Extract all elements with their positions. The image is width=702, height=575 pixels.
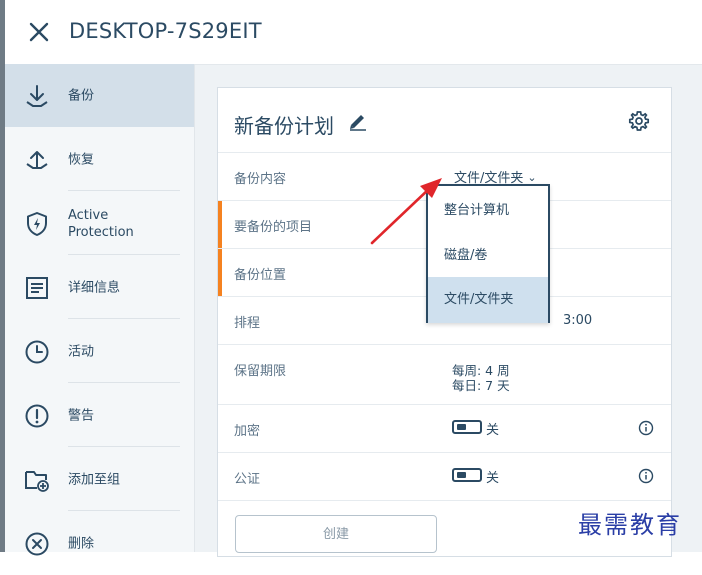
divider xyxy=(68,254,180,255)
pencil-icon[interactable] xyxy=(348,111,368,131)
close-circle-icon xyxy=(25,532,49,555)
sidebar-item-active-protection[interactable]: Active Protection xyxy=(5,192,194,255)
row-retention[interactable]: 保留期限 每周: 4 周 每日: 7 天 xyxy=(218,344,671,405)
dropdown-option-files-folders[interactable]: 文件/文件夹 xyxy=(428,277,548,323)
row-notarization: 公证 关 xyxy=(218,452,671,501)
sidebar-item-activity[interactable]: 活动 xyxy=(5,320,194,383)
plan-title: 新备份计划 xyxy=(234,114,334,138)
divider xyxy=(68,190,180,191)
toggle-knob xyxy=(457,424,466,430)
sidebar-item-label: 详细信息 xyxy=(68,280,121,295)
watermark: 最需教育 xyxy=(578,511,682,539)
sidebar-item-add-to-group[interactable]: 添加至组 xyxy=(5,448,194,511)
encryption-toggle[interactable] xyxy=(452,420,482,434)
required-accent-bar xyxy=(218,201,222,249)
required-accent-bar xyxy=(218,249,222,297)
divider xyxy=(68,318,180,319)
divider xyxy=(68,510,180,511)
sidebar-item-label: 添加至组 xyxy=(68,472,121,487)
divider xyxy=(68,382,180,383)
download-arrow-icon xyxy=(26,84,48,107)
row-label: 备份内容 xyxy=(234,172,287,187)
row-label: 要备份的项目 xyxy=(234,220,313,235)
sidebar-item-label: Active Protection xyxy=(68,207,134,240)
upload-arrow-icon xyxy=(26,150,48,169)
notarization-toggle[interactable] xyxy=(452,468,482,482)
retention-daily: 每日: 7 天 xyxy=(452,378,510,393)
window-title: DESKTOP-7S29EIT xyxy=(69,19,262,43)
row-label: 备份位置 xyxy=(234,268,287,283)
sidebar-item-delete[interactable]: 删除 xyxy=(5,512,194,575)
sidebar-item-label: 恢复 xyxy=(68,152,95,167)
sidebar-item-label: 备份 xyxy=(68,88,95,103)
info-icon[interactable] xyxy=(638,468,654,484)
toggle-state-label: 关 xyxy=(486,471,500,486)
sidebar: 备份 恢复 Active Protection 详细信息 活动 警告 添加至组 … xyxy=(5,64,195,555)
sidebar-item-label: 删除 xyxy=(68,536,95,551)
folder-plus-icon xyxy=(25,470,49,492)
annotation-arrow-icon xyxy=(370,178,442,245)
sidebar-item-backup[interactable]: 备份 xyxy=(5,64,194,127)
sidebar-item-label: 警告 xyxy=(68,408,95,423)
toggle-knob xyxy=(457,472,466,478)
sidebar-item-restore[interactable]: 恢复 xyxy=(5,128,194,191)
sidebar-item-label: 活动 xyxy=(68,344,95,359)
toggle-state-label: 关 xyxy=(486,423,500,438)
divider xyxy=(68,446,180,447)
details-list-icon xyxy=(26,276,48,299)
close-icon[interactable] xyxy=(27,20,51,44)
row-label: 保留期限 xyxy=(234,364,287,379)
row-label: 公证 xyxy=(234,472,261,487)
title-bar: DESKTOP-7S29EIT xyxy=(5,0,702,65)
schedule-value-partial: 3:00 xyxy=(563,313,593,328)
row-label: 加密 xyxy=(234,424,261,439)
clock-icon xyxy=(25,340,49,363)
sidebar-item-alerts[interactable]: 警告 xyxy=(5,384,194,447)
row-label: 排程 xyxy=(234,316,261,331)
row-encryption: 加密 关 xyxy=(218,404,671,453)
sidebar-item-details[interactable]: 详细信息 xyxy=(5,256,194,319)
create-button[interactable]: 创建 xyxy=(235,515,437,553)
shield-bolt-icon xyxy=(27,211,47,236)
chevron-down-icon: ⌄ xyxy=(527,171,537,184)
info-icon[interactable] xyxy=(638,420,654,436)
exclamation-circle-icon xyxy=(25,404,49,427)
gear-icon[interactable] xyxy=(628,110,650,132)
